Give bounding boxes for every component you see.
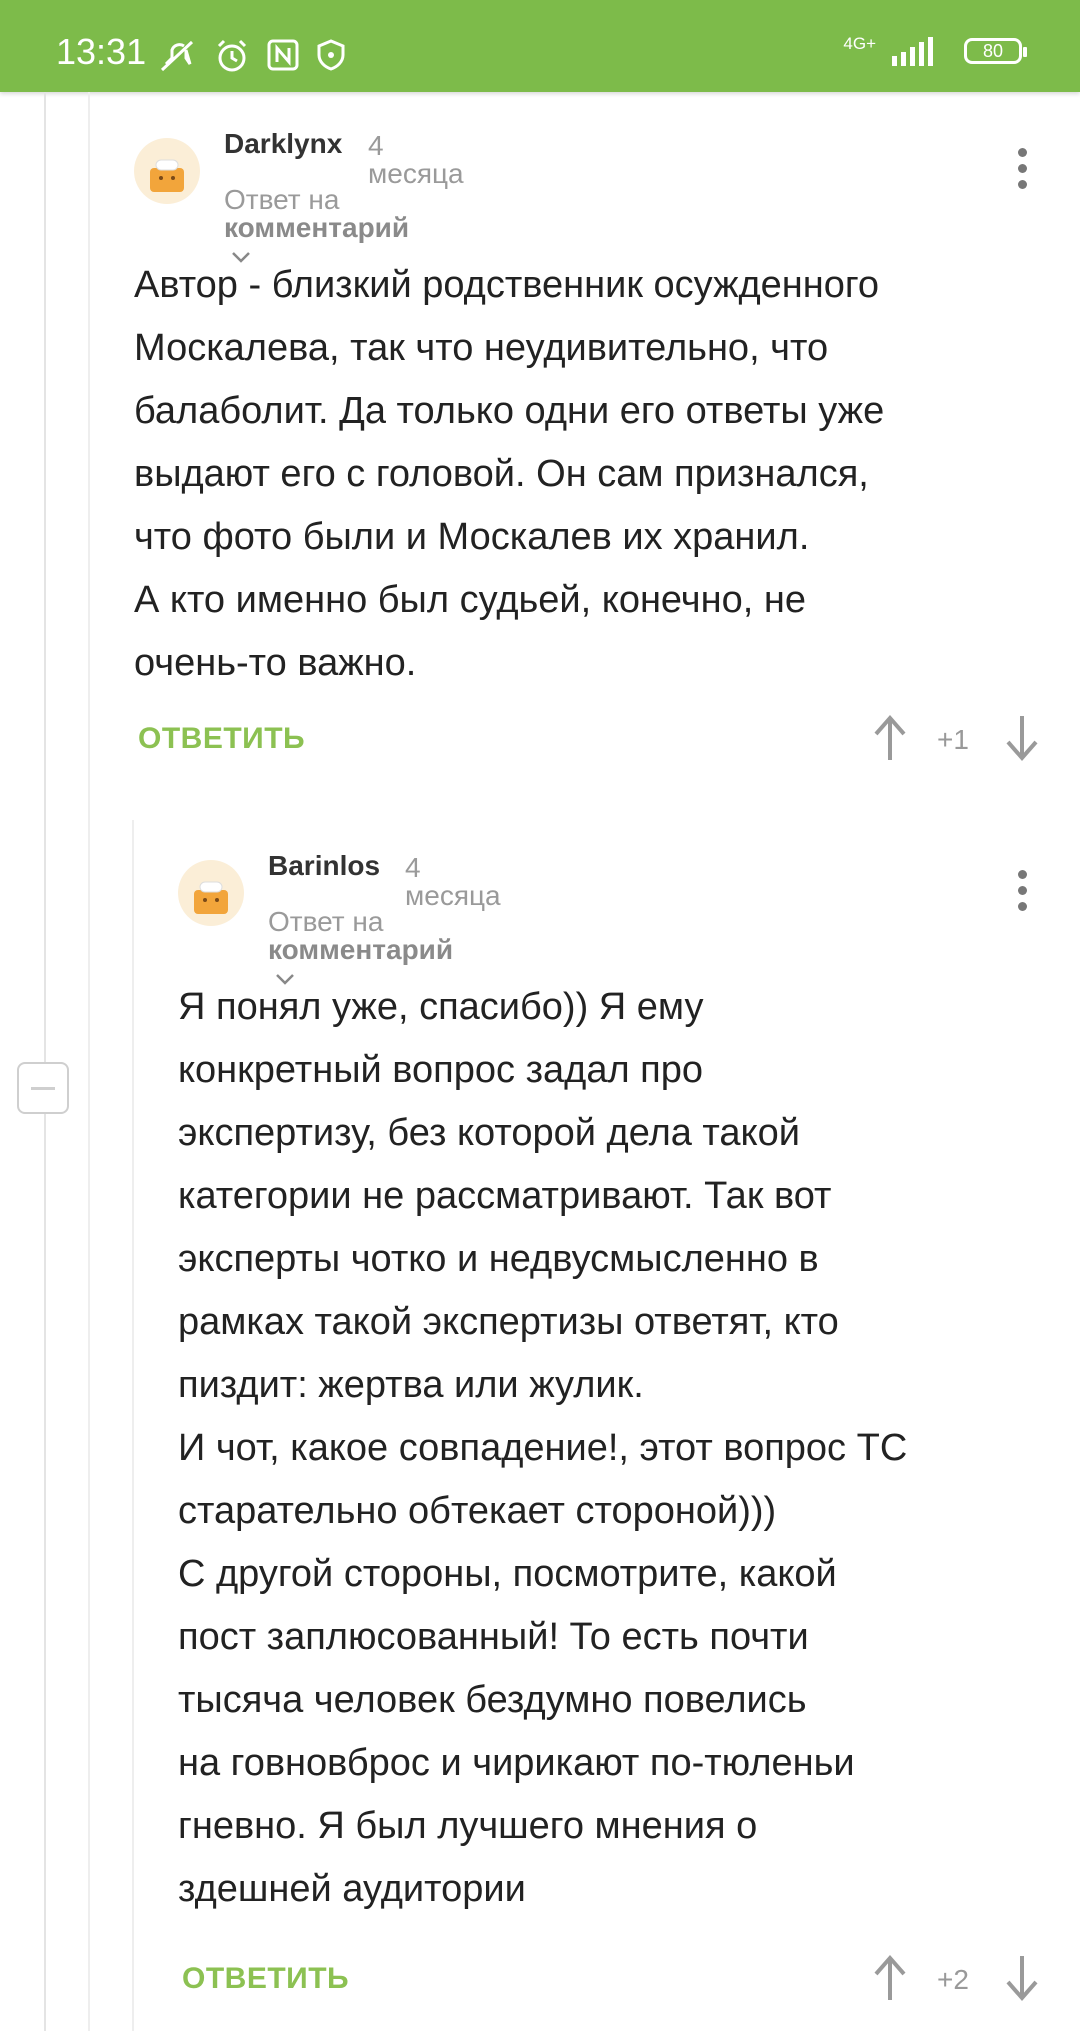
reply-to-target: комментарий — [224, 212, 410, 243]
signal-icon — [892, 37, 933, 66]
comment-text: Автор - близкий родственник осужденного … — [134, 264, 885, 684]
reply-to-prefix: Ответ на — [224, 184, 340, 215]
status-icons — [158, 38, 346, 74]
comment-rating: +1 — [937, 724, 969, 755]
reply-button[interactable]: ОТВЕТИТЬ — [182, 1964, 349, 1994]
shield-icon — [317, 39, 345, 71]
comment-menu-button[interactable] — [1018, 148, 1028, 196]
downvote-arrow-icon[interactable] — [1002, 714, 1042, 762]
avatar-image — [194, 881, 228, 914]
upvote-arrow-icon[interactable] — [870, 714, 910, 762]
downvote-arrow-icon[interactable] — [1002, 1954, 1042, 2002]
status-bar: 13:31 4G+ 80 — [0, 0, 1080, 92]
status-time: 13:31 — [56, 31, 147, 72]
comment-time: 4 месяца — [368, 130, 464, 189]
comment-text: Я понял уже, спасибо)) Я ему конкретный … — [178, 986, 908, 1910]
collapse-thread-button[interactable] — [17, 1062, 69, 1114]
comment-rating: +2 — [937, 1964, 969, 1995]
muted-alarm-icon — [160, 40, 194, 72]
avatar[interactable] — [134, 138, 200, 204]
battery-indicator: 80 — [964, 38, 1027, 64]
status-right: 4G+ 80 — [843, 33, 1027, 68]
network-label: 4G+ — [843, 33, 876, 53]
nfc-icon — [267, 39, 299, 71]
reply-to-prefix: Ответ на — [268, 906, 384, 937]
comment-author[interactable]: Barinlos — [268, 852, 380, 880]
avatar[interactable] — [178, 860, 244, 926]
reply-button[interactable]: ОТВЕТИТЬ — [138, 724, 305, 754]
thread-line-inner — [88, 92, 90, 2031]
comment-time: 4 месяца — [405, 852, 501, 911]
upvote-arrow-icon[interactable] — [870, 1954, 910, 2002]
avatar-image — [150, 159, 184, 192]
thread-line-nested — [132, 820, 134, 2031]
comment-menu-button[interactable] — [1018, 870, 1028, 918]
reply-to-target: комментарий — [268, 934, 454, 965]
comment-author[interactable]: Darklynx — [224, 130, 342, 158]
alarm-icon — [217, 39, 247, 72]
